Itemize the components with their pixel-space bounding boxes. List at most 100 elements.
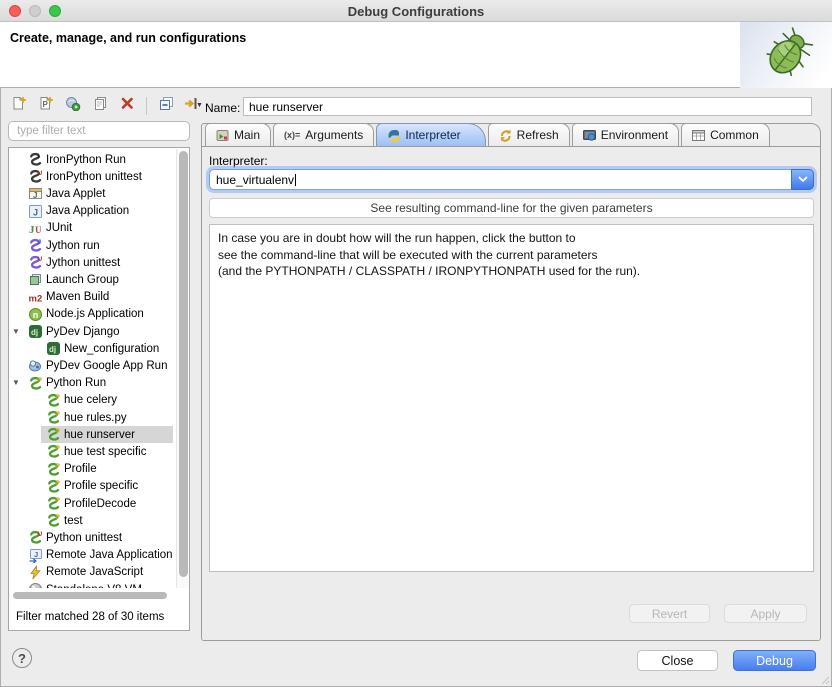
svg-text:J: J	[33, 191, 37, 200]
duplicate-button[interactable]	[88, 95, 112, 117]
launch-group-icon	[28, 272, 43, 287]
tree-item-remote-java-application[interactable]: J Remote Java Application	[9, 547, 175, 564]
tab-interpreter[interactable]: Interpreter	[376, 123, 485, 146]
pydev-django-icon: dj	[28, 324, 43, 339]
java-applet-icon: J	[28, 186, 43, 201]
tab-folder: Main (x)=Arguments Interpreter Refresh Envir…	[201, 123, 821, 641]
python-run-icon: P	[46, 513, 61, 528]
junit-icon: JU	[28, 221, 43, 236]
nodejs-icon: n	[28, 307, 43, 322]
jython-run-icon: J	[28, 238, 43, 253]
debug-button[interactable]: Debug	[733, 650, 816, 671]
scrollbar-thumb[interactable]	[13, 592, 167, 599]
collapse-all-button[interactable]	[154, 95, 178, 117]
tree-item-profiledecode[interactable]: PProfileDecode	[9, 495, 175, 512]
tree-horizontal-scrollbar[interactable]	[11, 591, 173, 600]
tree-item-java-applet[interactable]: J Java Applet	[9, 185, 175, 202]
close-button[interactable]: Close	[637, 650, 718, 671]
svg-text:dj: dj	[31, 328, 38, 337]
tree-item-junit[interactable]: JUJUnit	[9, 220, 175, 237]
tree-item-label: IronPython unittest	[46, 171, 142, 183]
tree-item-label: Jython unittest	[46, 257, 120, 269]
tree-item-label: hue runserver	[64, 429, 135, 441]
tree-item-hue-rules-py[interactable]: Phue rules.py	[9, 409, 175, 426]
interpreter-combo[interactable]: hue_virtualenv	[209, 169, 814, 190]
export-configurations-button[interactable]	[61, 95, 85, 117]
ironpython-unittest-icon: U	[28, 169, 43, 184]
tree-item-hue-celery[interactable]: Phue celery	[9, 392, 175, 409]
tree-item-python-run[interactable]: ▼PPython Run	[9, 375, 175, 392]
svg-text:P: P	[56, 462, 61, 469]
revert-button[interactable]: Revert	[629, 604, 710, 623]
tab-label: Main	[234, 128, 260, 142]
tab-label: Interpreter	[405, 128, 460, 142]
tree-item-remote-javascript[interactable]: Remote JavaScript	[9, 564, 175, 581]
debug-configurations-dialog: Debug Configurations Create, manage, and…	[0, 0, 832, 687]
tree-item-launch-group[interactable]: Launch Group	[9, 271, 175, 288]
python-run-icon: P	[46, 496, 61, 511]
tab-main[interactable]: Main	[205, 123, 271, 146]
tree-item-hue-runserver[interactable]: Phue runserver	[9, 426, 175, 443]
filter-configurations-button[interactable]: ▼	[181, 95, 205, 117]
tree-item-label: Java Application	[46, 205, 129, 217]
tab-arguments[interactable]: (x)=Arguments	[273, 123, 374, 146]
tree-item-maven-build[interactable]: m2Maven Build	[9, 289, 175, 306]
svg-text:U: U	[38, 256, 43, 263]
tree-item-node-js-application[interactable]: nNode.js Application	[9, 306, 175, 323]
tree-item-hue-test-specific[interactable]: Phue test specific	[9, 443, 175, 460]
tree-item-jython-unittest[interactable]: UJython unittest	[9, 254, 175, 271]
jython-unittest-icon: U	[28, 255, 43, 270]
svg-text:P: P	[56, 411, 61, 418]
tree-item-python-unittest[interactable]: UPython unittest	[9, 529, 175, 546]
tab-common[interactable]: Common	[681, 123, 770, 146]
header-banner: Create, manage, and run configurations	[0, 22, 832, 88]
apply-button[interactable]: Apply	[724, 604, 807, 623]
delete-button[interactable]	[115, 95, 139, 117]
expand-toggle[interactable]: ▼	[12, 378, 20, 387]
new-prototype-button[interactable]: P	[34, 95, 58, 117]
tree-item-label: Python unittest	[46, 532, 122, 544]
new-config-icon	[11, 96, 27, 116]
tree-item-ironpython-unittest[interactable]: UIronPython unittest	[9, 168, 175, 185]
tree-item-label: Jython run	[46, 240, 100, 252]
tree-item-label: Java Applet	[46, 188, 105, 200]
svg-text:P: P	[56, 480, 61, 487]
svg-text:J: J	[34, 550, 38, 559]
tab-refresh[interactable]: Refresh	[488, 123, 570, 146]
tree-item-pydev-django[interactable]: ▼djPyDev Django	[9, 323, 175, 340]
tree-item-profile-specific[interactable]: PProfile specific	[9, 478, 175, 495]
tree-item-label: hue rules.py	[64, 412, 127, 424]
tree-item-java-application[interactable]: JJava Application	[9, 203, 175, 220]
tree-item-label: ProfileDecode	[64, 498, 136, 510]
expand-toggle[interactable]: ▼	[12, 327, 20, 336]
tree-item-label: Remote Java Application	[46, 549, 173, 561]
tree-item-profile[interactable]: PProfile	[9, 461, 175, 478]
tree-item-new-configuration[interactable]: djNew_configuration	[9, 340, 175, 357]
help-button[interactable]: ?	[12, 648, 32, 668]
tree-item-standalone-v8-vm[interactable]: Standalone V8 VM	[9, 581, 175, 588]
tree-item-label: Standalone V8 VM	[46, 584, 142, 589]
resize-grip[interactable]	[820, 675, 830, 685]
configurations-tree[interactable]: IIronPython RunUIronPython unittestJJava…	[8, 147, 190, 631]
tree-item-pydev-google-app-run[interactable]: PyDev Google App Run	[9, 357, 175, 374]
new-configuration-button[interactable]	[7, 95, 31, 117]
svg-text:P: P	[43, 100, 49, 109]
configurations-toolbar: P▼	[7, 93, 205, 118]
name-input[interactable]	[243, 97, 812, 116]
scrollbar-thumb[interactable]	[179, 151, 188, 577]
tree-vertical-scrollbar[interactable]	[176, 149, 188, 588]
tree-item-ironpython-run[interactable]: IIronPython Run	[9, 151, 175, 168]
tree-item-label: New_configuration	[64, 343, 159, 355]
title-bar[interactable]: Debug Configurations	[0, 0, 832, 22]
tree-item-test[interactable]: Ptest	[9, 512, 175, 529]
tree-item-jython-run[interactable]: JJython run	[9, 237, 175, 254]
export-config-icon	[65, 96, 81, 116]
python-run-icon: P	[46, 393, 61, 408]
tab-label: Environment	[601, 128, 668, 142]
see-command-line-button[interactable]: See resulting command-line for the given…	[209, 198, 814, 218]
tree-item-label: Profile specific	[64, 480, 138, 492]
pydev-google-app-icon	[28, 358, 43, 373]
filter-input[interactable]	[8, 121, 190, 141]
combo-dropdown-button[interactable]	[791, 169, 814, 190]
tab-environment[interactable]: Environment	[572, 123, 679, 146]
